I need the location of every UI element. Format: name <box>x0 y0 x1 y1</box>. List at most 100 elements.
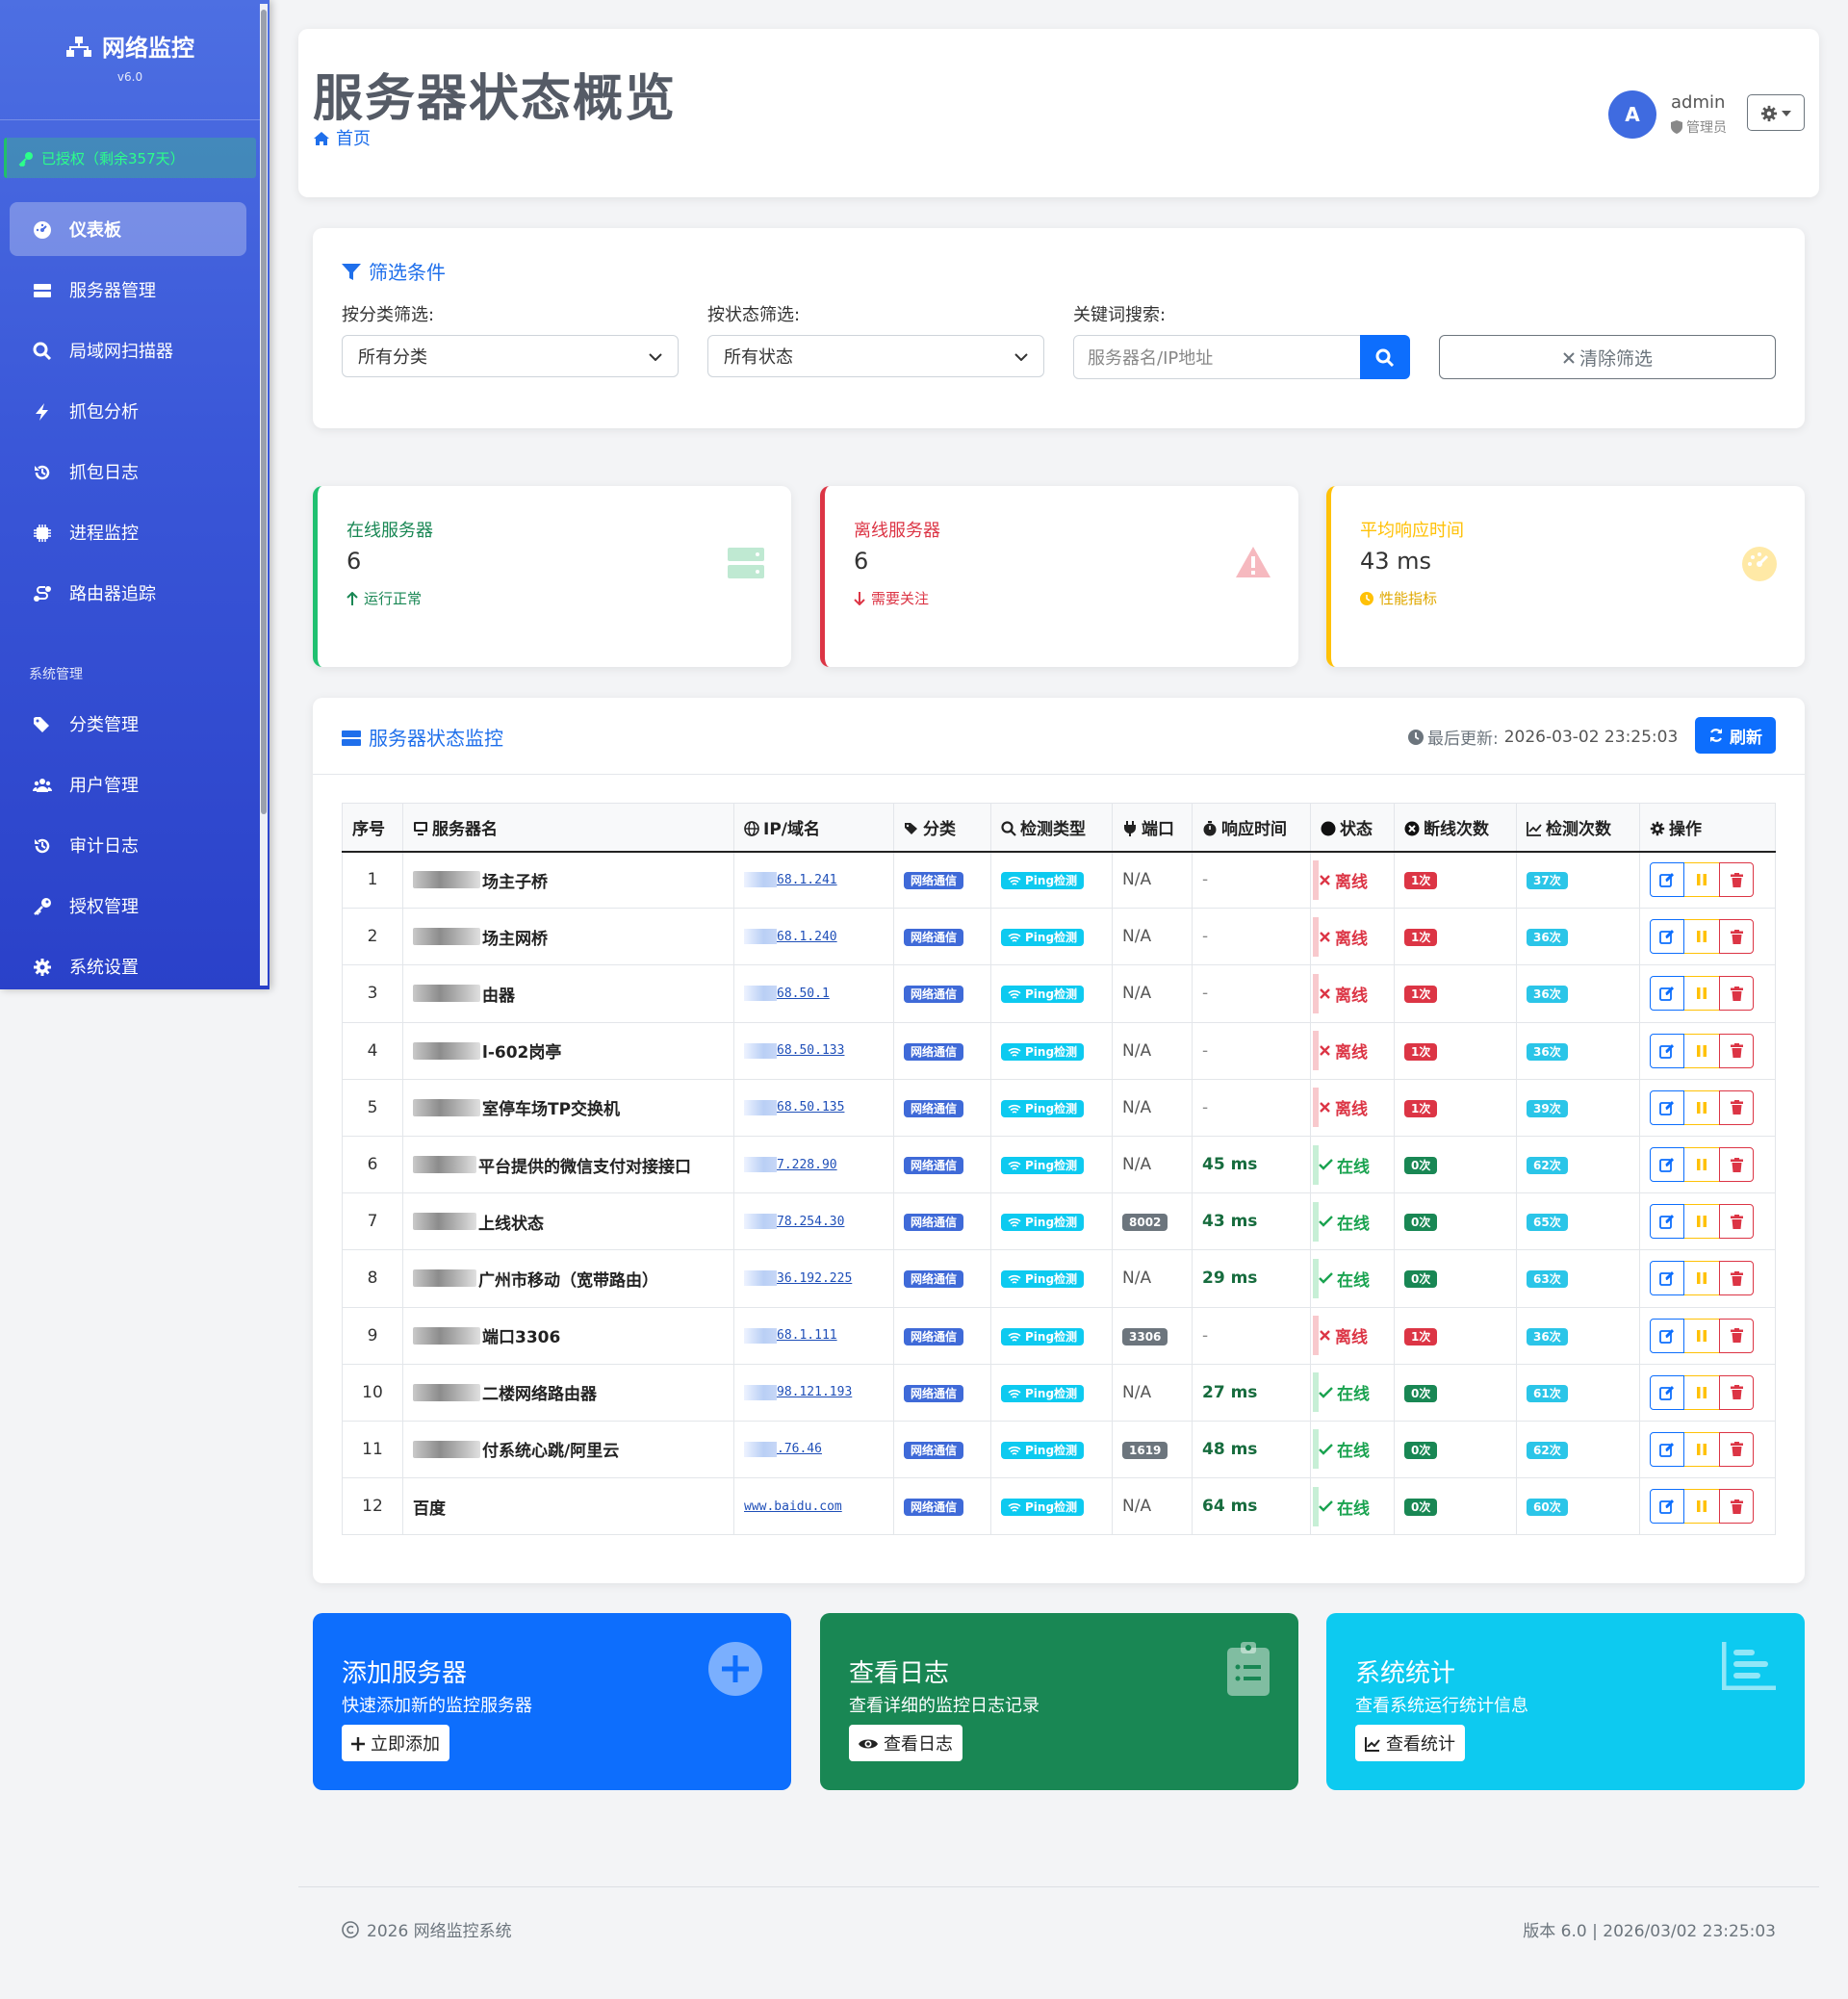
delete-button[interactable] <box>1719 1489 1754 1525</box>
view-log-card[interactable]: 查看日志 查看详细的监控日志记录 查看日志 <box>820 1613 1298 1790</box>
edit-button[interactable] <box>1650 1147 1684 1183</box>
port-cell: 8002 <box>1112 1192 1193 1251</box>
pause-button[interactable] <box>1684 1261 1719 1296</box>
edit-button[interactable] <box>1650 1374 1684 1410</box>
pause-button[interactable] <box>1684 1033 1719 1068</box>
delete-button[interactable] <box>1719 919 1754 955</box>
pause-button[interactable] <box>1684 1431 1719 1467</box>
pause-button[interactable] <box>1684 1089 1719 1125</box>
sidebar-item-users[interactable]: 用户管理 <box>10 757 246 811</box>
search-button[interactable] <box>1360 335 1410 379</box>
col-header[interactable]: 检测次数 <box>1516 803 1640 853</box>
ip-link[interactable]: .76.46 <box>744 1441 893 1457</box>
edit-button[interactable] <box>1650 1318 1684 1353</box>
edit-button[interactable] <box>1650 1431 1684 1467</box>
delete-button[interactable] <box>1719 1089 1754 1125</box>
sidebar-scrollbar[interactable] <box>260 4 268 986</box>
sidebar-item-settings[interactable]: 系统设置 <box>10 939 246 989</box>
sidebar-item-router-trace[interactable]: 路由器追踪 <box>10 566 246 620</box>
delete-button[interactable] <box>1719 1431 1754 1467</box>
edit-button[interactable] <box>1650 1204 1684 1240</box>
edit-button[interactable] <box>1650 976 1684 1012</box>
sidebar-item-lan-scanner[interactable]: 局域网扫描器 <box>10 323 246 377</box>
delete-button[interactable] <box>1719 1261 1754 1296</box>
trash-icon <box>1730 1212 1743 1231</box>
edit-button[interactable] <box>1650 862 1684 898</box>
pause-button[interactable] <box>1684 1374 1719 1410</box>
add-server-card[interactable]: 添加服务器 快速添加新的监控服务器 立即添加 <box>313 1613 791 1790</box>
view-stats-button[interactable]: 查看统计 <box>1355 1725 1465 1761</box>
delete-button[interactable] <box>1719 862 1754 898</box>
refresh-button[interactable]: 刷新 <box>1695 717 1776 754</box>
sidebar-item-license[interactable]: 授权管理 <box>10 879 246 933</box>
settings-dropdown-button[interactable] <box>1747 94 1805 131</box>
pause-button[interactable] <box>1684 976 1719 1012</box>
col-header[interactable]: IP/域名 <box>733 803 894 853</box>
pause-button[interactable] <box>1684 1489 1719 1525</box>
col-header[interactable]: 端口 <box>1112 803 1193 853</box>
ip-link[interactable]: 68.50.133 <box>744 1042 893 1059</box>
clear-filter-button[interactable]: 清除筛选 <box>1439 335 1776 379</box>
edit-button[interactable] <box>1650 1489 1684 1525</box>
keyword-search-input[interactable]: 服务器名/IP地址 <box>1073 335 1362 379</box>
circle-icon <box>1321 820 1340 839</box>
trash-icon <box>1730 1041 1743 1061</box>
sidebar-item-process-monitor[interactable]: 进程监控 <box>10 505 246 559</box>
col-header[interactable]: 断线次数 <box>1394 803 1517 853</box>
edit-button[interactable] <box>1650 1089 1684 1125</box>
col-header[interactable]: 分类 <box>893 803 991 853</box>
sidebar-item-audit-log[interactable]: 审计日志 <box>10 818 246 872</box>
ip-link[interactable]: 68.1.241 <box>744 872 893 888</box>
sidebar-item-servers[interactable]: 服务器管理 <box>10 263 246 317</box>
pause-button[interactable] <box>1684 862 1719 898</box>
col-header[interactable]: 序号 <box>342 803 403 853</box>
row-number: 9 <box>342 1306 403 1365</box>
status-select[interactable]: 所有状态 <box>707 335 1044 377</box>
ip-link[interactable]: 98.121.193 <box>744 1384 893 1400</box>
delete-button[interactable] <box>1719 976 1754 1012</box>
ip-link[interactable]: 7.228.90 <box>744 1157 893 1173</box>
category-select[interactable]: 所有分类 <box>342 335 679 377</box>
pause-button[interactable] <box>1684 1204 1719 1240</box>
breadcrumb[interactable]: 首页 <box>313 125 371 150</box>
delete-button[interactable] <box>1719 1318 1754 1353</box>
response-time: 43 ms <box>1202 1212 1258 1232</box>
avatar[interactable]: A <box>1608 90 1656 139</box>
delete-button[interactable] <box>1719 1147 1754 1183</box>
ip-link[interactable]: 68.50.135 <box>744 1099 893 1115</box>
delete-button[interactable] <box>1719 1204 1754 1240</box>
ip-link[interactable]: www.baidu.com <box>744 1499 893 1514</box>
ip-link[interactable]: 78.254.30 <box>744 1214 893 1230</box>
edit-button[interactable] <box>1650 1261 1684 1296</box>
response-cell: - <box>1192 1021 1311 1080</box>
col-header[interactable]: 状态 <box>1310 803 1395 853</box>
system-stats-card[interactable]: 系统统计 查看系统运行统计信息 查看统计 <box>1326 1613 1805 1790</box>
sidebar-item-label: 路由器追踪 <box>69 584 156 604</box>
brand[interactable]: 网络监控 v6.0 <box>0 29 260 84</box>
edit-button[interactable] <box>1650 1033 1684 1068</box>
ip-cell: 68.1.111 <box>733 1306 894 1365</box>
edit-button[interactable] <box>1650 919 1684 955</box>
ip-link[interactable]: 36.192.225 <box>744 1270 893 1287</box>
add-now-button[interactable]: 立即添加 <box>342 1725 449 1761</box>
pause-button[interactable] <box>1684 1147 1719 1183</box>
ip-link[interactable]: 68.1.240 <box>744 929 893 945</box>
col-header[interactable]: 服务器名 <box>402 803 734 853</box>
col-header[interactable]: 响应时间 <box>1192 803 1311 853</box>
delete-button[interactable] <box>1719 1033 1754 1068</box>
sidebar-item-categories[interactable]: 分类管理 <box>10 697 246 751</box>
col-header[interactable]: 操作 <box>1639 803 1776 853</box>
response-time: - <box>1202 870 1209 890</box>
sidebar-item-packet-analysis[interactable]: 抓包分析 <box>10 384 246 438</box>
actions-cell <box>1639 1420 1776 1479</box>
sidebar-item-packet-log[interactable]: 抓包日志 <box>10 445 246 499</box>
sidebar-item-dashboard[interactable]: 仪表板 <box>10 202 246 256</box>
col-header[interactable]: 检测类型 <box>990 803 1113 853</box>
pause-button[interactable] <box>1684 919 1719 955</box>
pause-button[interactable] <box>1684 1318 1719 1353</box>
breadcrumb-home[interactable]: 首页 <box>336 125 371 150</box>
ip-link[interactable]: 68.50.1 <box>744 986 893 1002</box>
ip-link[interactable]: 68.1.111 <box>744 1327 893 1344</box>
view-log-button[interactable]: 查看日志 <box>849 1725 962 1761</box>
delete-button[interactable] <box>1719 1374 1754 1410</box>
